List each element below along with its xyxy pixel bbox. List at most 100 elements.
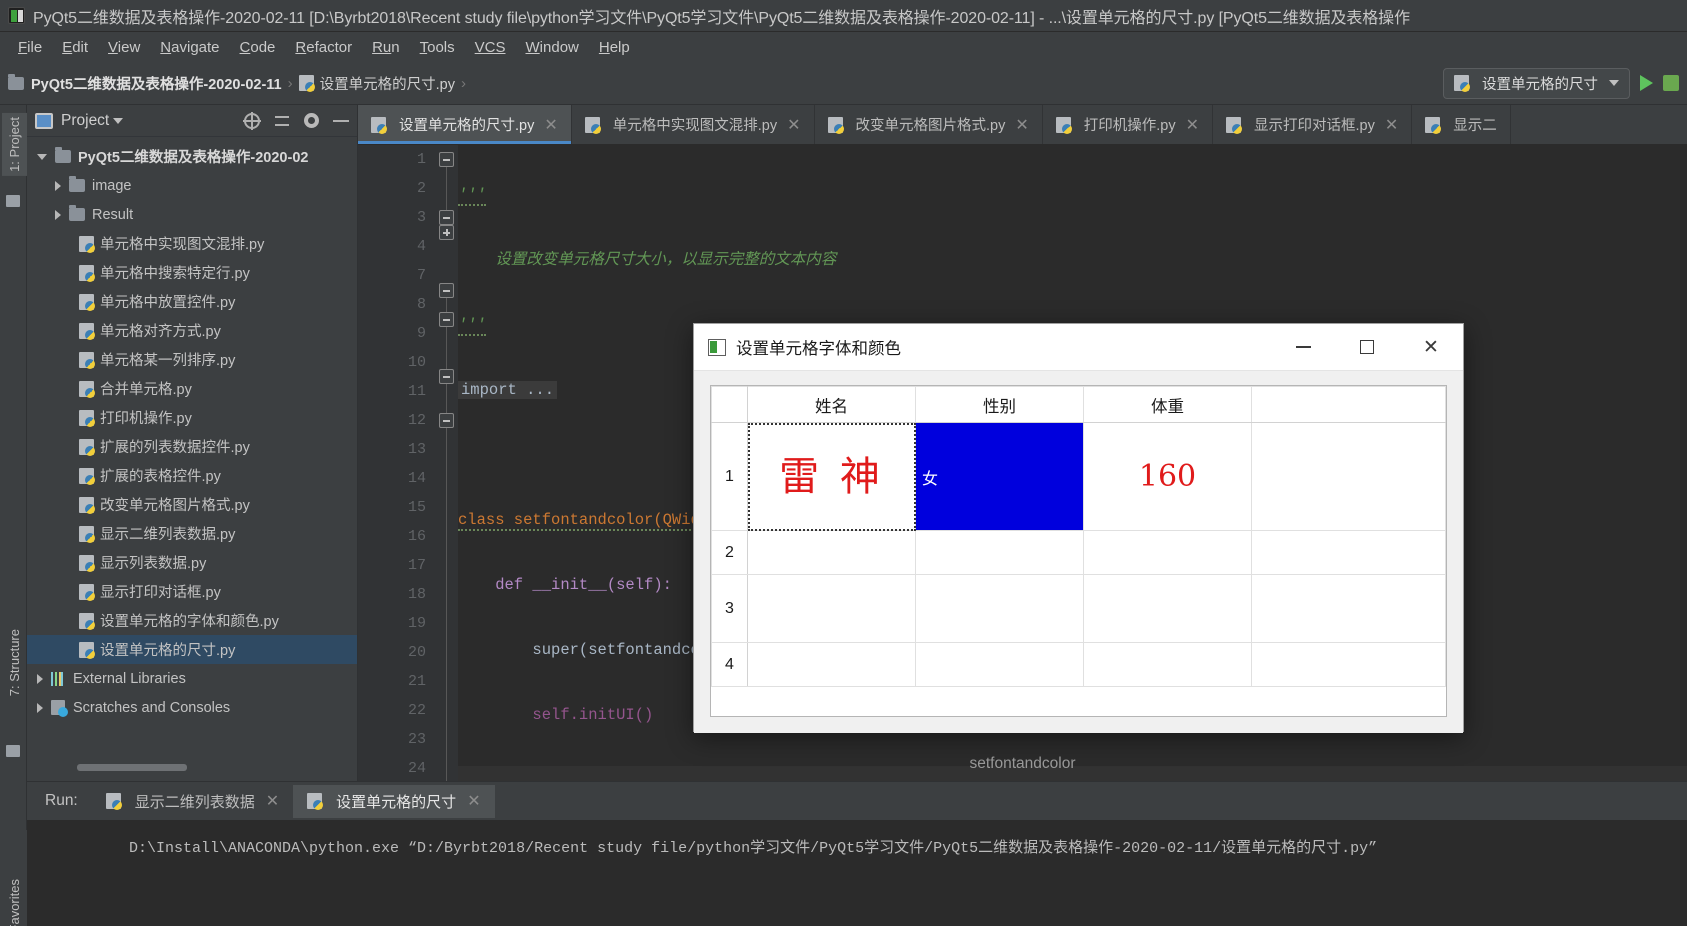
row-header-4[interactable]: 4 xyxy=(711,642,748,687)
column-header-weight[interactable]: 体重 xyxy=(1083,386,1252,423)
tree-row-py-selected[interactable]: 设置单元格的尺寸.py xyxy=(27,635,357,664)
tree-row-result[interactable]: Result xyxy=(27,200,357,229)
editor-tab-1[interactable]: 单元格中实现图文混排.py ✕ xyxy=(572,105,815,144)
hide-panel-icon[interactable] xyxy=(333,113,349,129)
close-icon[interactable]: ✕ xyxy=(787,115,800,135)
run-button[interactable] xyxy=(1640,75,1653,91)
breadcrumb-file[interactable]: 设置单元格的尺寸.py xyxy=(298,73,455,94)
cell-name-2[interactable] xyxy=(747,530,916,575)
cell-weight-2[interactable] xyxy=(1083,530,1252,575)
tree-row-py-4[interactable]: 单元格对齐方式.py xyxy=(27,316,357,345)
tree-row-py-3[interactable]: 单元格中放置控件.py xyxy=(27,287,357,316)
debug-button[interactable] xyxy=(1663,75,1679,91)
row-header-2[interactable]: 2 xyxy=(711,530,748,575)
cell-weight-4[interactable] xyxy=(1083,642,1252,687)
structure-strip-icon[interactable] xyxy=(6,745,20,757)
tree-row-py-2[interactable]: 单元格中搜索特定行.py xyxy=(27,258,357,287)
project-strip-icon[interactable] xyxy=(6,195,20,207)
menu-view[interactable]: View xyxy=(98,37,150,58)
console-output[interactable]: D:\Install\ANACONDA\python.exe “D:/Byrbt… xyxy=(27,820,1687,926)
tree-row-scratches[interactable]: Scratches and Consoles xyxy=(27,693,357,722)
table-row: 3 xyxy=(711,574,1446,643)
fold-collapse-icon[interactable] xyxy=(439,210,454,225)
close-icon[interactable]: ✕ xyxy=(266,791,279,811)
menu-vcs[interactable]: VCS xyxy=(465,37,516,58)
close-icon[interactable]: ✕ xyxy=(1015,115,1028,135)
cell-gender-4[interactable] xyxy=(915,642,1084,687)
fold-collapse-icon[interactable] xyxy=(439,283,454,298)
editor-tab-4[interactable]: 显示打印对话框.py ✕ xyxy=(1213,105,1413,144)
cell-name-4[interactable] xyxy=(747,642,916,687)
tree-row-py-7[interactable]: 打印机操作.py xyxy=(27,403,357,432)
run-tab-1[interactable]: 设置单元格的尺寸 ✕ xyxy=(293,784,495,818)
editor-tab-0[interactable]: 设置单元格的尺寸.py ✕ xyxy=(358,105,572,144)
tree-row-py-6[interactable]: 合并单元格.py xyxy=(27,374,357,403)
menu-file[interactable]: File xyxy=(8,37,52,58)
tree-row-py-8[interactable]: 扩展的列表数据控件.py xyxy=(27,432,357,461)
menu-window[interactable]: Window xyxy=(516,37,589,58)
tree-row-project-root[interactable]: PyQt5二维数据及表格操作-2020-02 xyxy=(27,142,357,171)
close-icon[interactable]: ✕ xyxy=(1186,115,1199,135)
column-header-gender[interactable]: 性别 xyxy=(915,386,1084,423)
sidebar-tab-structure[interactable]: 7: Structure xyxy=(2,625,27,700)
cell-name-1[interactable]: 雷 神 xyxy=(747,422,916,531)
fold-collapse-icon[interactable] xyxy=(439,152,454,167)
editor-tab-3[interactable]: 打印机操作.py ✕ xyxy=(1043,105,1213,144)
menu-tools-rest: ools xyxy=(427,38,455,56)
run-tab-0[interactable]: 显示二维列表数据 ✕ xyxy=(92,785,293,818)
menu-edit-rest: dit xyxy=(72,38,89,56)
breadcrumb-project[interactable]: PyQt5二维数据及表格操作-2020-02-11 xyxy=(8,73,282,94)
locate-icon[interactable] xyxy=(243,111,261,130)
menu-navigate[interactable]: Navigate xyxy=(150,37,229,58)
tree-row-py-5[interactable]: 单元格某一列排序.py xyxy=(27,345,357,374)
maximize-button[interactable] xyxy=(1335,324,1399,370)
menu-run[interactable]: Run xyxy=(362,37,410,58)
cell-weight-1[interactable]: 160 xyxy=(1083,422,1252,531)
cell-weight-3[interactable] xyxy=(1083,574,1252,643)
tree-row-py-1[interactable]: 单元格中实现图文混排.py xyxy=(27,229,357,258)
sidebar-tab-project[interactable]: 1: Project xyxy=(2,113,27,176)
cell-name-3[interactable] xyxy=(747,574,916,643)
tree-row-py-9[interactable]: 扩展的表格控件.py xyxy=(27,461,357,490)
tree-row-py-13[interactable]: 显示打印对话框.py xyxy=(27,577,357,606)
minimize-button[interactable] xyxy=(1271,324,1335,370)
close-button[interactable]: ✕ xyxy=(1399,324,1463,370)
table-widget[interactable]: 姓名 性别 体重 1 雷 神 女 160 2 3 4 xyxy=(710,385,1447,717)
tree-row-image[interactable]: image xyxy=(27,171,357,200)
menu-refactor[interactable]: Refactor xyxy=(285,37,362,58)
close-icon[interactable]: ✕ xyxy=(467,791,480,811)
fold-collapse-icon[interactable] xyxy=(439,413,454,428)
cell-gender-2[interactable] xyxy=(915,530,1084,575)
close-icon[interactable]: ✕ xyxy=(1385,115,1398,135)
tree-row-py-11[interactable]: 显示二维列表数据.py xyxy=(27,519,357,548)
tree-label: 设置单元格的字体和颜色.py xyxy=(100,614,279,630)
column-header-name[interactable]: 姓名 xyxy=(747,386,916,423)
tree-row-py-12[interactable]: 显示列表数据.py xyxy=(27,548,357,577)
editor-tab-2[interactable]: 改变单元格图片格式.py ✕ xyxy=(815,105,1043,144)
close-icon[interactable]: ✕ xyxy=(544,115,557,135)
fold-expand-icon[interactable] xyxy=(439,225,454,240)
project-horizontal-scrollbar[interactable] xyxy=(77,764,187,771)
cell-gender-1[interactable]: 女 xyxy=(915,422,1084,531)
line-number: 14 xyxy=(407,470,426,487)
editor-tab-5[interactable]: 显示二 xyxy=(1412,105,1511,144)
cell-gender-3[interactable] xyxy=(915,574,1084,643)
row-header-1[interactable]: 1 xyxy=(711,422,748,531)
menu-code[interactable]: Code xyxy=(230,37,286,58)
sidebar-tab-favorites[interactable]: 2: Favorites xyxy=(2,875,27,926)
tree-row-py-10[interactable]: 改变单元格图片格式.py xyxy=(27,490,357,519)
menu-edit[interactable]: Edit xyxy=(52,37,98,58)
tree-row-py-14[interactable]: 设置单元格的字体和颜色.py xyxy=(27,606,357,635)
gear-icon[interactable] xyxy=(304,113,319,128)
code-folding-gutter[interactable] xyxy=(436,145,458,781)
fold-collapse-icon[interactable] xyxy=(439,312,454,327)
collapse-all-icon[interactable] xyxy=(274,113,290,129)
project-dropdown-icon[interactable] xyxy=(113,117,124,124)
row-header-3[interactable]: 3 xyxy=(711,574,748,643)
tree-row-external-libraries[interactable]: External Libraries xyxy=(27,664,357,693)
fold-collapse-icon[interactable] xyxy=(439,369,454,384)
menu-tools[interactable]: Tools xyxy=(410,37,465,58)
run-configuration-selector[interactable]: 设置单元格的尺寸 xyxy=(1443,67,1630,99)
menu-help[interactable]: Help xyxy=(589,37,640,58)
table-corner-header[interactable] xyxy=(711,386,748,423)
